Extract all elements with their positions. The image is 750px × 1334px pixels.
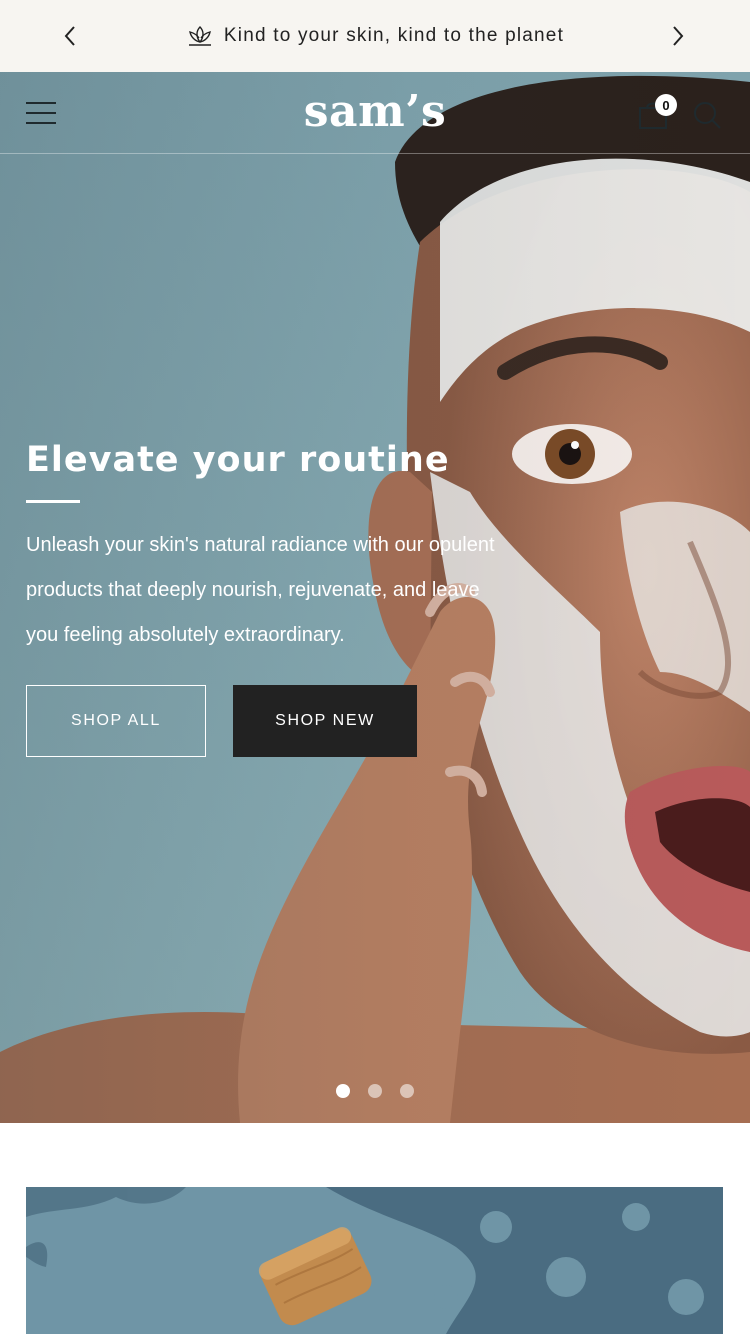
featured-banner[interactable]	[26, 1187, 723, 1334]
chevron-left-icon	[64, 26, 75, 46]
shop-all-button[interactable]: SHOP ALL	[26, 685, 206, 757]
next-announcement-button[interactable]	[664, 22, 692, 50]
announcement-bar: Kind to your skin, kind to the planet	[0, 0, 750, 72]
hero-title-divider	[26, 500, 80, 503]
cart-count-badge: 0	[655, 94, 677, 116]
hero-title: Elevate your routine	[26, 440, 450, 480]
previous-announcement-button[interactable]	[56, 22, 84, 50]
banner-image	[26, 1187, 723, 1334]
announcement-message: Kind to your skin, kind to the planet	[186, 24, 564, 48]
slideshow-pagination	[0, 1084, 750, 1098]
chevron-right-icon	[673, 26, 684, 46]
slide-dot-1[interactable]	[336, 1084, 350, 1098]
slide-dot-2[interactable]	[368, 1084, 382, 1098]
search-icon[interactable]	[692, 100, 722, 130]
hero-slideshow: sam’s 0 Elevate your routine Unleash you…	[0, 72, 750, 1123]
hero-description: Unleash your skin's natural radiance wit…	[26, 534, 495, 646]
slide-dot-3[interactable]	[400, 1084, 414, 1098]
announcement-text: Kind to your skin, kind to the planet	[223, 25, 565, 46]
site-header: sam’s 0	[0, 72, 750, 154]
lotus-leaf-icon	[188, 26, 211, 46]
shop-new-button[interactable]: SHOP NEW	[233, 685, 417, 757]
